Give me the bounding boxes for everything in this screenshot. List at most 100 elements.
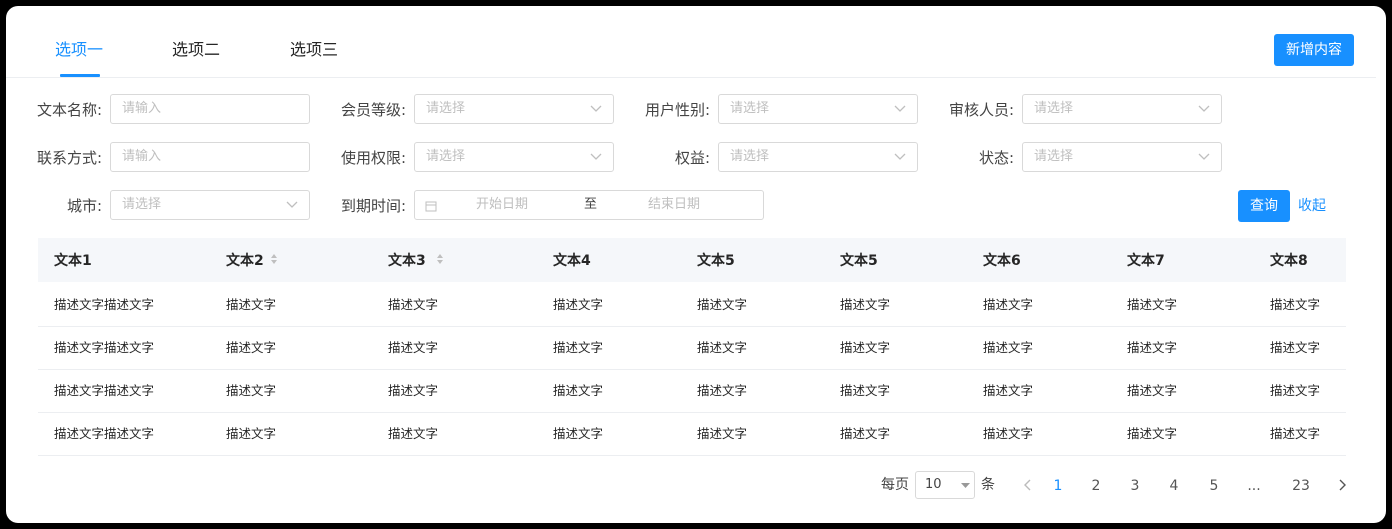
table-cell: 描述文字 bbox=[388, 426, 439, 441]
page-size-select[interactable]: 10 bbox=[915, 471, 975, 499]
table-row: 描述文字描述文字 描述文字 描述文字 描述文字 描述文字 描述文字 描述文字 描… bbox=[38, 369, 1346, 413]
permission-select[interactable]: 请选择 bbox=[414, 142, 614, 172]
table-cell: 描述文字 bbox=[697, 383, 748, 398]
table-cell: 描述文字描述文字 bbox=[54, 340, 155, 355]
member-level-select[interactable]: 请选择 bbox=[414, 94, 614, 124]
page-3[interactable]: 3 bbox=[1125, 477, 1145, 495]
status-label: 状态: bbox=[978, 149, 1014, 167]
column-header: 文本5 bbox=[697, 253, 735, 269]
per-page-suffix: 条 bbox=[981, 477, 995, 493]
chevron-down-icon bbox=[1198, 153, 1210, 160]
column-header[interactable]: 文本2 bbox=[226, 253, 264, 269]
page-23[interactable]: 23 bbox=[1289, 477, 1313, 495]
column-header: 文本8 bbox=[1270, 253, 1308, 269]
table-cell: 描述文字 bbox=[983, 297, 1034, 312]
table-row: 描述文字描述文字 描述文字 描述文字 描述文字 描述文字 描述文字 描述文字 描… bbox=[38, 326, 1346, 370]
chevron-down-icon bbox=[590, 153, 602, 160]
chevron-down-icon bbox=[894, 153, 906, 160]
table-cell: 描述文字 bbox=[697, 426, 748, 441]
table-cell: 描述文字 bbox=[983, 383, 1034, 398]
column-header[interactable]: 文本3 bbox=[388, 253, 426, 269]
tab-option-1[interactable]: 选项一 bbox=[55, 40, 103, 60]
table-cell: 描述文字 bbox=[983, 426, 1034, 441]
table-cell: 描述文字 bbox=[697, 340, 748, 355]
chevron-down-icon bbox=[286, 201, 298, 208]
table-cell: 描述文字描述文字 bbox=[54, 297, 155, 312]
table-cell: 描述文字 bbox=[1270, 426, 1321, 441]
collapse-link[interactable]: 收起 bbox=[1298, 197, 1326, 215]
start-date-placeholder[interactable]: 开始日期 bbox=[476, 197, 528, 213]
table-cell: 描述文字 bbox=[697, 297, 748, 312]
chevron-down-icon bbox=[894, 105, 906, 112]
table-cell: 描述文字 bbox=[553, 383, 604, 398]
city-select[interactable]: 请选择 bbox=[110, 190, 310, 220]
table-cell: 描述文字 bbox=[226, 340, 277, 355]
city-placeholder: 请选择 bbox=[122, 197, 162, 212]
text-name-input[interactable]: 请输入 bbox=[110, 94, 310, 124]
column-header: 文本1 bbox=[54, 253, 92, 269]
tab-bar: 选项一 选项二 选项三 新增内容 bbox=[6, 6, 1376, 78]
tab-option-3[interactable]: 选项三 bbox=[290, 40, 338, 60]
table-cell: 描述文字 bbox=[226, 297, 277, 312]
table-cell: 描述文字 bbox=[553, 426, 604, 441]
tab-active-indicator bbox=[60, 74, 100, 77]
reviewer-select[interactable]: 请选择 bbox=[1022, 94, 1222, 124]
chevron-left-icon[interactable] bbox=[1023, 479, 1033, 491]
table-cell: 描述文字 bbox=[1127, 340, 1178, 355]
table-cell: 描述文字描述文字 bbox=[54, 383, 155, 398]
city-label: 城市: bbox=[66, 197, 102, 215]
column-header: 文本6 bbox=[983, 253, 1021, 269]
table-cell: 描述文字 bbox=[1270, 297, 1321, 312]
table-cell: 描述文字 bbox=[1127, 383, 1178, 398]
per-page-prefix: 每页 bbox=[881, 477, 909, 493]
reviewer-placeholder: 请选择 bbox=[1034, 101, 1074, 116]
contact-label: 联系方式: bbox=[36, 149, 102, 167]
status-select[interactable]: 请选择 bbox=[1022, 142, 1222, 172]
table-cell: 描述文字 bbox=[553, 340, 604, 355]
text-name-label: 文本名称: bbox=[36, 101, 102, 119]
table-cell: 描述文字 bbox=[1270, 340, 1321, 355]
sort-icon[interactable] bbox=[436, 252, 444, 266]
column-header: 文本4 bbox=[553, 253, 591, 269]
table-cell: 描述文字 bbox=[388, 383, 439, 398]
contact-placeholder: 请输入 bbox=[122, 149, 162, 164]
user-gender-label: 用户性别: bbox=[644, 101, 710, 119]
table-cell: 描述文字 bbox=[840, 383, 891, 398]
table-header: 文本1 文本2 文本3 文本4 文本5 文本5 文本6 文本7 文本8 bbox=[38, 238, 1346, 282]
rights-placeholder: 请选择 bbox=[730, 149, 770, 164]
table-cell: 描述文字 bbox=[840, 340, 891, 355]
end-date-placeholder[interactable]: 结束日期 bbox=[648, 197, 700, 213]
permission-label: 使用权限: bbox=[340, 149, 406, 167]
status-placeholder: 请选择 bbox=[1034, 149, 1074, 164]
reviewer-label: 审核人员: bbox=[948, 101, 1014, 119]
date-range-separator: 至 bbox=[584, 197, 598, 212]
column-header: 文本7 bbox=[1127, 253, 1165, 269]
rights-select[interactable]: 请选择 bbox=[718, 142, 918, 172]
text-name-placeholder: 请输入 bbox=[122, 101, 162, 116]
chevron-right-icon[interactable] bbox=[1337, 479, 1347, 491]
chevron-down-icon bbox=[590, 105, 602, 112]
page-4[interactable]: 4 bbox=[1164, 477, 1184, 495]
contact-input[interactable]: 请输入 bbox=[110, 142, 310, 172]
add-content-button[interactable]: 新增内容 bbox=[1274, 34, 1354, 66]
table-cell: 描述文字 bbox=[840, 426, 891, 441]
rights-label: 权益: bbox=[674, 149, 710, 167]
app-frame: 选项一 选项二 选项三 新增内容 文本名称: 请输入 会员等级: 请选择 用户性… bbox=[6, 6, 1386, 523]
table-cell: 描述文字 bbox=[1127, 297, 1178, 312]
chevron-down-icon bbox=[1198, 105, 1210, 112]
expiry-date-range[interactable]: 开始日期 至 结束日期 bbox=[414, 190, 764, 220]
table-cell: 描述文字 bbox=[1127, 426, 1178, 441]
calendar-icon bbox=[425, 201, 437, 212]
member-level-label: 会员等级: bbox=[340, 101, 406, 119]
sort-icon[interactable] bbox=[270, 252, 278, 266]
page-5[interactable]: 5 bbox=[1204, 477, 1224, 495]
table-row: 描述文字描述文字 描述文字 描述文字 描述文字 描述文字 描述文字 描述文字 描… bbox=[38, 412, 1346, 456]
page-1[interactable]: 1 bbox=[1048, 477, 1068, 495]
page-ellipsis[interactable]: ... bbox=[1244, 477, 1264, 495]
page-2[interactable]: 2 bbox=[1086, 477, 1106, 495]
table-cell: 描述文字描述文字 bbox=[54, 426, 155, 441]
user-gender-select[interactable]: 请选择 bbox=[718, 94, 918, 124]
table-cell: 描述文字 bbox=[840, 297, 891, 312]
tab-option-2[interactable]: 选项二 bbox=[172, 40, 220, 60]
query-button[interactable]: 查询 bbox=[1238, 190, 1290, 222]
